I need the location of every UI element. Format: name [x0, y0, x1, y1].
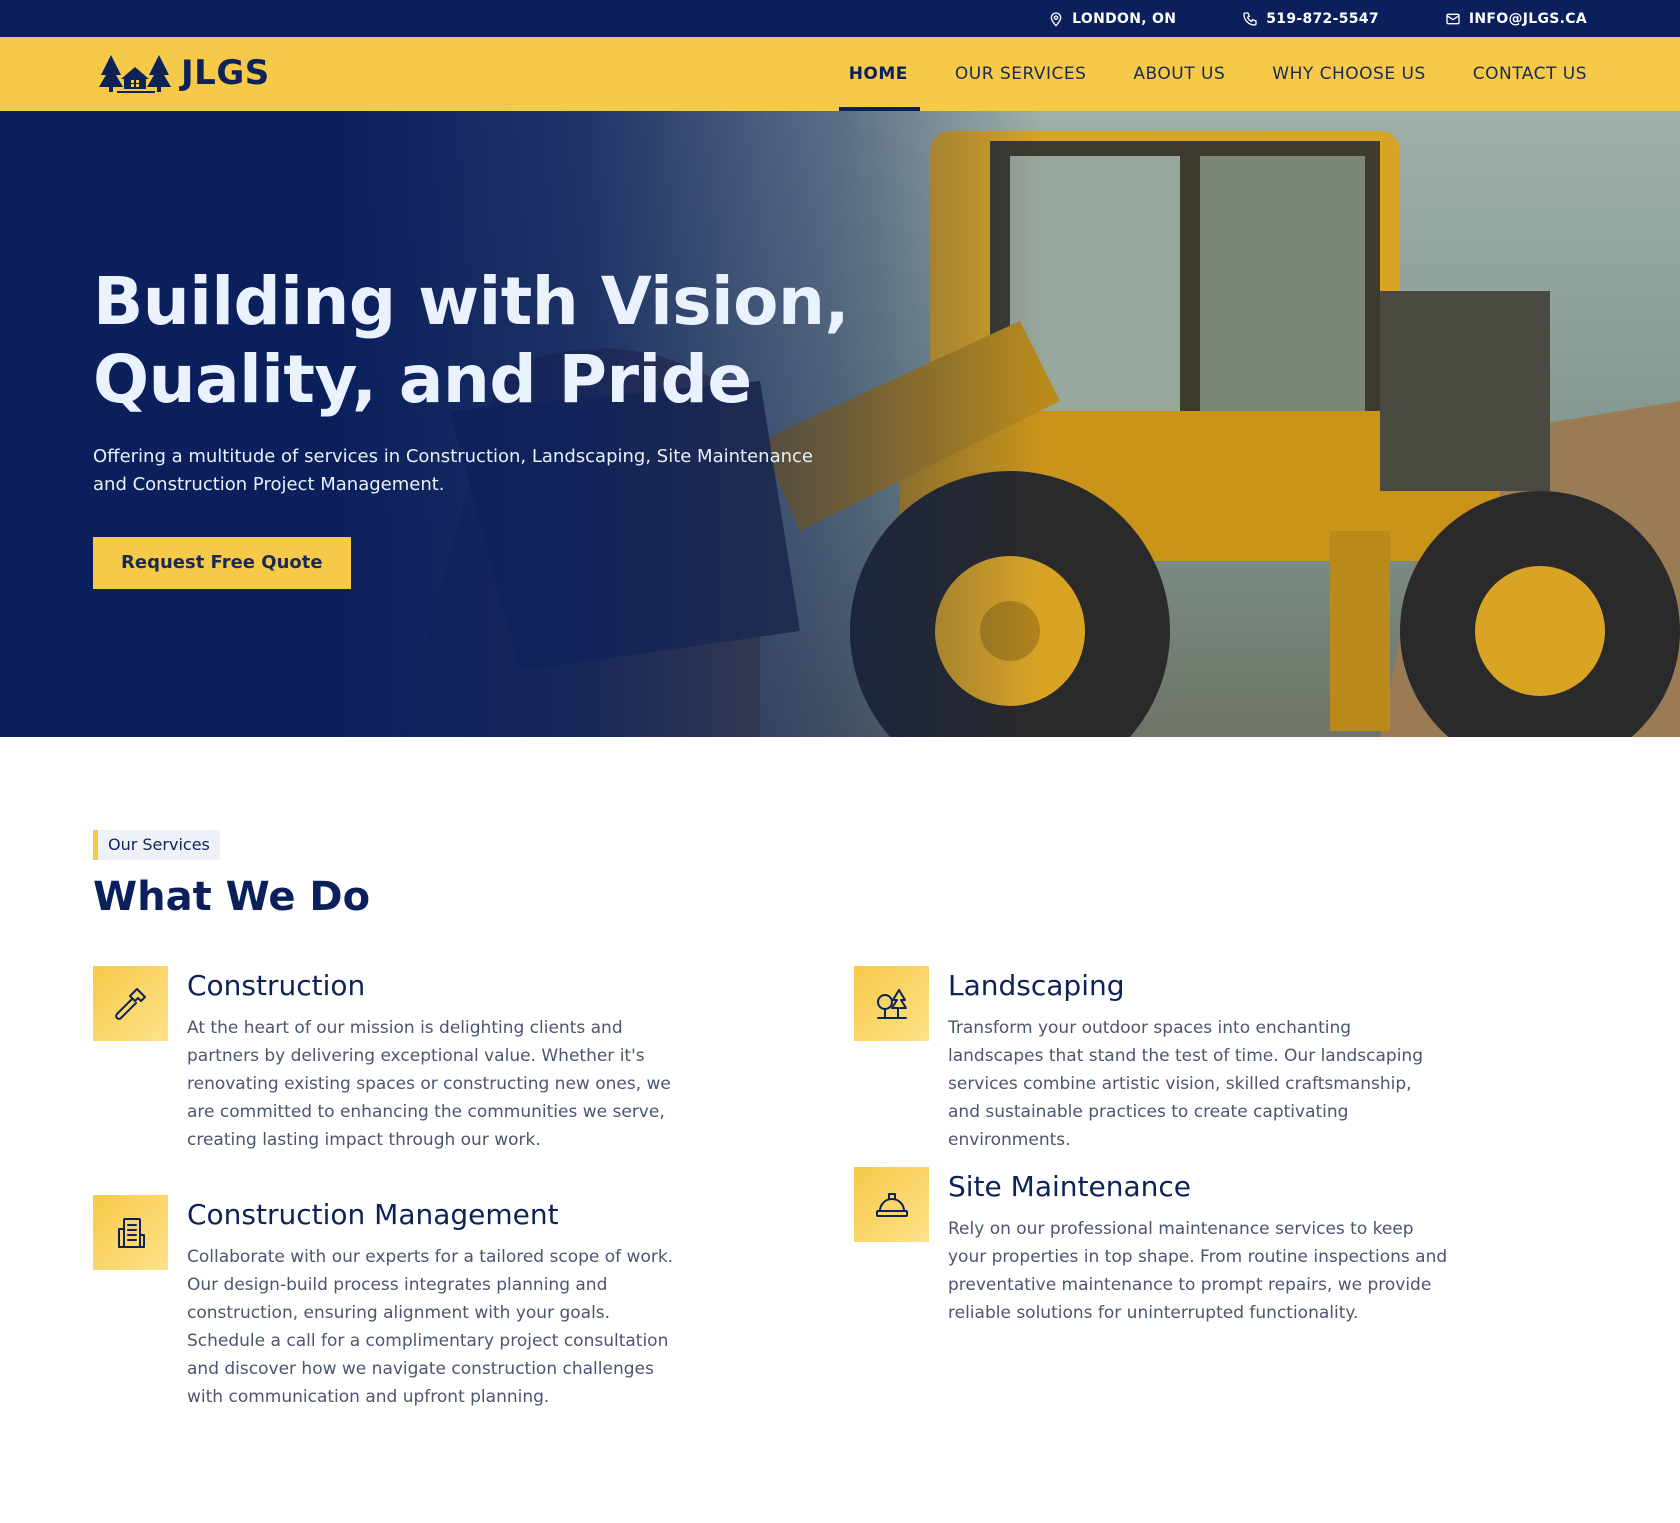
- service-title: Site Maintenance: [948, 1170, 1191, 1203]
- service-description: Transform your outdoor spaces into encha…: [948, 1018, 1423, 1150]
- nav-menu: HOME OUR SERVICES ABOUT US WHY CHOOSE US…: [838, 37, 1587, 111]
- services-section: Our Services What We Do Construction At …: [0, 737, 1680, 1466]
- section-title: What We Do: [93, 874, 371, 920]
- map-pin-icon: [1050, 11, 1062, 27]
- nav-item-our-services[interactable]: OUR SERVICES: [955, 37, 1087, 111]
- nav-item-contact-us[interactable]: CONTACT US: [1473, 37, 1587, 111]
- phone-icon: [1243, 11, 1257, 26]
- service-text: Landscaping Transform your outdoor space…: [948, 968, 1448, 1154]
- service-title: Construction: [187, 969, 366, 1002]
- nav-item-about-us[interactable]: ABOUT US: [1133, 37, 1225, 111]
- logo[interactable]: JLGS: [97, 51, 270, 95]
- phone-item[interactable]: 519-872-5547: [1242, 11, 1379, 27]
- hero-title-line-2: Quality, and Pride: [93, 341, 752, 418]
- top-contact-bar: LONDON, ON 519-872-5547 INFO@JLGS.CA: [0, 0, 1680, 37]
- nav-item-home[interactable]: HOME: [838, 37, 921, 111]
- hammer-icon: [114, 987, 146, 1020]
- service-description: At the heart of our mission is delightin…: [187, 1018, 671, 1150]
- hero-section: Building with Vision, Quality, and Pride…: [0, 111, 1680, 737]
- location-item: LONDON, ON: [1048, 11, 1176, 27]
- trees-icon: [876, 988, 907, 1019]
- contact-items: LONDON, ON 519-872-5547 INFO@JLGS.CA: [1048, 0, 1587, 37]
- logo-text: JLGS: [181, 53, 270, 93]
- building-icon: [117, 1217, 145, 1248]
- hero-title-line-1: Building with Vision,: [93, 263, 850, 340]
- service-title: Construction Management: [187, 1198, 559, 1231]
- services-grid: Construction At the heart of our mission…: [93, 966, 1587, 1466]
- email-text: INFO@JLGS.CA: [1468, 10, 1587, 27]
- service-description: Rely on our professional maintenance ser…: [948, 1219, 1448, 1323]
- service-icon-box: [93, 1195, 168, 1270]
- request-quote-button[interactable]: Request Free Quote: [93, 537, 351, 589]
- hero-subtitle: Offering a multitude of services in Cons…: [93, 446, 813, 495]
- nav-item-why-choose-us[interactable]: WHY CHOOSE US: [1272, 37, 1425, 111]
- location-text: LONDON, ON: [1072, 10, 1177, 27]
- logo-trees-house-icon: [99, 55, 171, 93]
- service-text: Site Maintenance Rely on our professiona…: [948, 1169, 1448, 1327]
- section-tag: Our Services: [93, 830, 220, 860]
- service-icon-box: [854, 1167, 929, 1242]
- mail-icon: [1446, 13, 1460, 24]
- hero-title: Building with Vision, Quality, and Pride: [93, 263, 853, 419]
- phone-text: 519-872-5547: [1266, 10, 1379, 27]
- main-navigation: JLGS HOME OUR SERVICES ABOUT US WHY CHOO…: [0, 37, 1680, 111]
- service-text: Construction At the heart of our mission…: [187, 968, 687, 1154]
- hard-hat-icon: [875, 1192, 908, 1217]
- service-icon-box: [854, 966, 929, 1041]
- service-title: Landscaping: [948, 969, 1125, 1002]
- email-item[interactable]: INFO@JLGS.CA: [1445, 11, 1587, 27]
- hero-content: Building with Vision, Quality, and Pride…: [93, 263, 853, 589]
- service-text: Construction Management Collaborate with…: [187, 1197, 687, 1411]
- service-icon-box: [93, 966, 168, 1041]
- service-description: Collaborate with our experts for a tailo…: [187, 1247, 674, 1407]
